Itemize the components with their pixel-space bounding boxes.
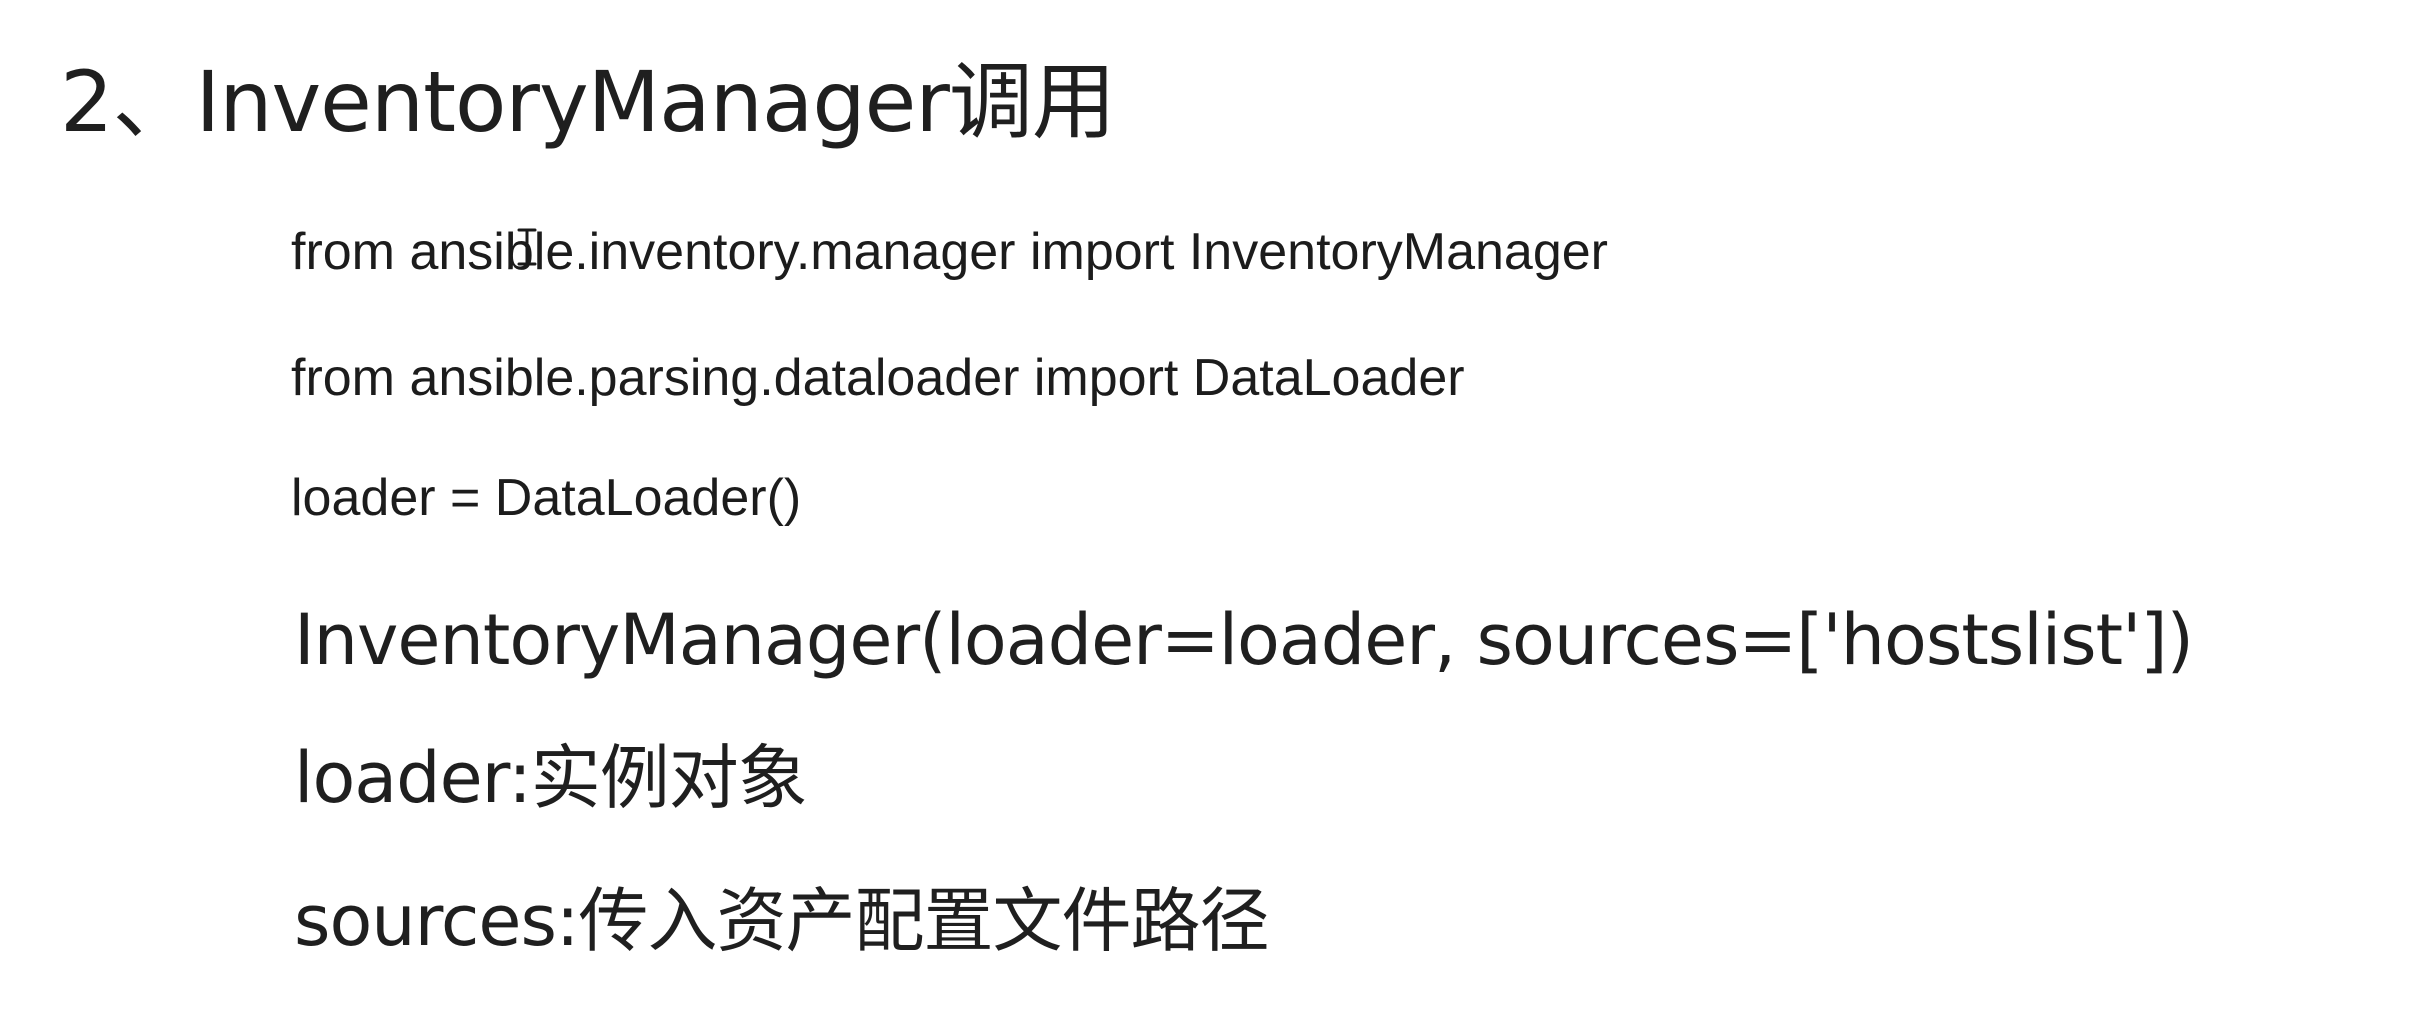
slide: 2、InventoryManager调用 from ansible.invent… xyxy=(0,0,2424,1024)
sources-explanation: sources:传入资产配置文件路径 xyxy=(294,880,1270,962)
code-line-import-data-loader: from ansible.parsing.dataloader import D… xyxy=(291,349,1465,407)
code-line-loader-assignment: loader = DataLoader() xyxy=(291,469,802,527)
inventory-manager-call: InventoryManager(loader=loader, sources=… xyxy=(294,599,2194,681)
text-cursor-icon xyxy=(517,228,537,266)
code-line-import-inventory-manager: from ansible.inventory.manager import In… xyxy=(291,223,1608,281)
slide-title: 2、InventoryManager调用 xyxy=(60,53,1116,151)
loader-explanation: loader:实例对象 xyxy=(294,737,808,819)
